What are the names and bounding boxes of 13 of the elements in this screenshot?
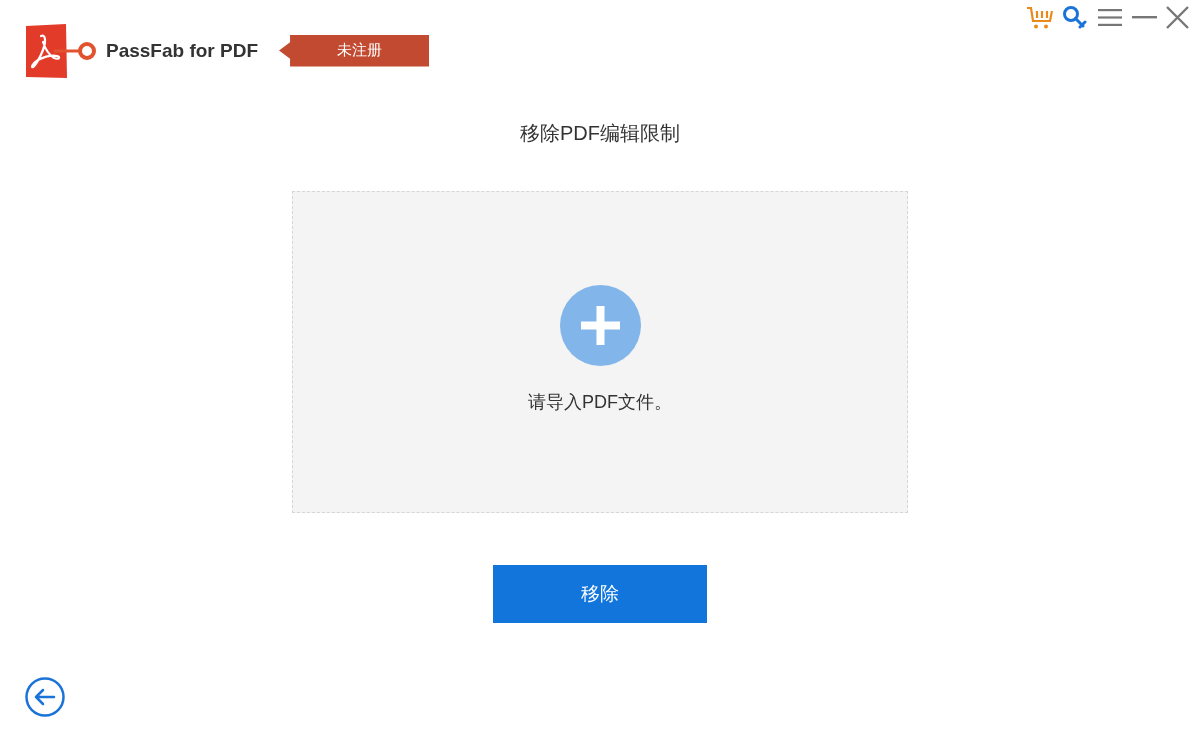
remove-button[interactable]: 移除 [493,565,707,623]
search-icon[interactable] [1062,5,1087,30]
plus-icon [559,285,641,366]
minimize-icon[interactable] [1132,16,1157,19]
back-icon[interactable] [25,677,65,717]
close-icon[interactable] [1166,6,1189,29]
drop-zone[interactable]: 请导入PDF文件。 [292,191,908,513]
app-name: PassFab for PDF [106,38,259,63]
cart-icon[interactable] [1026,6,1053,29]
registration-badge: 未注册 [279,34,430,67]
page-title: 移除PDF编辑限制 [520,121,680,146]
menu-icon[interactable] [1098,8,1122,27]
drop-zone-prompt: 请导入PDF文件。 [528,391,672,414]
